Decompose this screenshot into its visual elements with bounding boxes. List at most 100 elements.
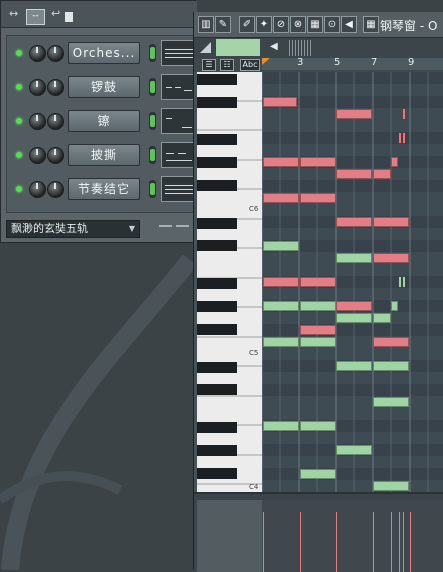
- volume-knob[interactable]: [47, 79, 64, 96]
- note[interactable]: [403, 133, 405, 143]
- step-preview[interactable]: [161, 40, 195, 66]
- ruler-track[interactable]: 3 5 7 9: [262, 57, 443, 70]
- select-icon[interactable]: ▦: [307, 16, 323, 33]
- velocity-wedge-icon[interactable]: [200, 42, 211, 53]
- note[interactable]: [336, 109, 372, 119]
- grid-icon[interactable]: ▦: [363, 16, 379, 33]
- note[interactable]: [373, 397, 409, 407]
- note[interactable]: [300, 325, 336, 335]
- note[interactable]: [373, 337, 409, 347]
- pan-knob[interactable]: [29, 45, 46, 62]
- note[interactable]: [336, 313, 372, 323]
- mute-icon[interactable]: ⊘: [273, 16, 289, 33]
- chord-icon[interactable]: ☷: [220, 59, 234, 71]
- note[interactable]: [263, 277, 299, 287]
- note[interactable]: [403, 109, 405, 119]
- snap-selector[interactable]: [216, 39, 260, 56]
- horizontal-scrollbar[interactable]: [289, 40, 313, 56]
- note[interactable]: [336, 301, 372, 311]
- note[interactable]: [336, 253, 372, 263]
- rack-menu-icon[interactable]: [65, 12, 73, 22]
- velocity-bar[interactable]: [263, 512, 264, 572]
- pan-knob[interactable]: [29, 147, 46, 164]
- channel-button[interactable]: Orches...: [68, 42, 140, 64]
- note[interactable]: [336, 445, 372, 455]
- volume-knob[interactable]: [47, 181, 64, 198]
- stamp-icon[interactable]: ☰: [202, 59, 216, 71]
- volume-knob[interactable]: [47, 45, 64, 62]
- step-preview[interactable]: [161, 176, 195, 202]
- note[interactable]: [300, 277, 336, 287]
- velocity-bar[interactable]: [391, 512, 392, 572]
- note[interactable]: [373, 313, 391, 323]
- back-arrow-icon[interactable]: ↩: [51, 7, 60, 20]
- zoom-icon[interactable]: ⊙: [324, 16, 340, 33]
- pattern-selector[interactable]: 飘渺的玄奘五轨 ▼: [6, 220, 140, 238]
- step-preview[interactable]: [161, 142, 195, 168]
- pan-knob[interactable]: [29, 181, 46, 198]
- note[interactable]: [373, 361, 409, 371]
- velocity-bar[interactable]: [336, 512, 337, 572]
- note[interactable]: [263, 421, 299, 431]
- speaker-icon[interactable]: ◀: [341, 16, 357, 33]
- velocity-bar[interactable]: [399, 512, 400, 572]
- note[interactable]: [263, 301, 299, 311]
- note[interactable]: [300, 469, 336, 479]
- channel-active-led[interactable]: [16, 118, 22, 124]
- channel-button[interactable]: 镲: [68, 110, 140, 132]
- event-selector[interactable]: [197, 500, 262, 572]
- pan-knob[interactable]: [29, 79, 46, 96]
- volume-knob[interactable]: [47, 113, 64, 130]
- scroll-left-icon[interactable]: ◀: [270, 41, 278, 52]
- volume-knob[interactable]: [47, 147, 64, 164]
- note[interactable]: [373, 253, 409, 263]
- note[interactable]: [336, 169, 372, 179]
- note[interactable]: [263, 337, 299, 347]
- channel-button[interactable]: 锣鼓: [68, 76, 140, 98]
- pan-knob[interactable]: [29, 113, 46, 130]
- brush-icon[interactable]: ✦: [256, 16, 272, 33]
- rack-view-button[interactable]: --: [26, 9, 45, 25]
- step-preview[interactable]: [161, 74, 195, 100]
- note[interactable]: [263, 241, 299, 251]
- note[interactable]: [300, 193, 336, 203]
- velocity-bar[interactable]: [373, 512, 374, 572]
- note[interactable]: [263, 157, 299, 167]
- velocity-bar[interactable]: [300, 512, 301, 572]
- slice-icon[interactable]: ⊗: [290, 16, 306, 33]
- piano-keyboard[interactable]: C6 C5 C4: [197, 72, 262, 492]
- note[interactable]: [391, 301, 398, 311]
- note[interactable]: [373, 217, 409, 227]
- note[interactable]: [300, 421, 336, 431]
- note[interactable]: [263, 97, 297, 107]
- pencil-icon[interactable]: ✐: [239, 16, 255, 33]
- velocity-bar[interactable]: [403, 512, 404, 572]
- channel-active-led[interactable]: [16, 50, 22, 56]
- channel-button[interactable]: 节奏结它: [68, 178, 140, 200]
- note[interactable]: [399, 133, 401, 143]
- channel-active-led[interactable]: [16, 152, 22, 158]
- rack-scroll-indicator[interactable]: [159, 225, 193, 229]
- note[interactable]: [263, 193, 299, 203]
- channel-active-led[interactable]: [16, 84, 22, 90]
- note[interactable]: [336, 361, 372, 371]
- step-preview[interactable]: [161, 108, 195, 134]
- note[interactable]: [300, 157, 336, 167]
- note[interactable]: [399, 277, 401, 287]
- note[interactable]: [336, 217, 372, 227]
- piano-keys-icon[interactable]: ▥: [198, 16, 214, 33]
- snap-button[interactable]: Abc: [240, 59, 260, 71]
- note[interactable]: [373, 481, 409, 491]
- channel-button[interactable]: 披撕: [68, 144, 140, 166]
- resize-arrows-icon[interactable]: ↔: [9, 7, 18, 20]
- velocity-bar[interactable]: [410, 512, 411, 572]
- playhead-marker[interactable]: [262, 58, 270, 65]
- note[interactable]: [373, 169, 391, 179]
- note-grid[interactable]: [262, 72, 443, 492]
- note[interactable]: [391, 157, 398, 167]
- channel-active-led[interactable]: [16, 186, 22, 192]
- note[interactable]: [403, 277, 405, 287]
- note[interactable]: [300, 337, 336, 347]
- note[interactable]: [300, 301, 336, 311]
- velocity-grid[interactable]: [262, 500, 443, 572]
